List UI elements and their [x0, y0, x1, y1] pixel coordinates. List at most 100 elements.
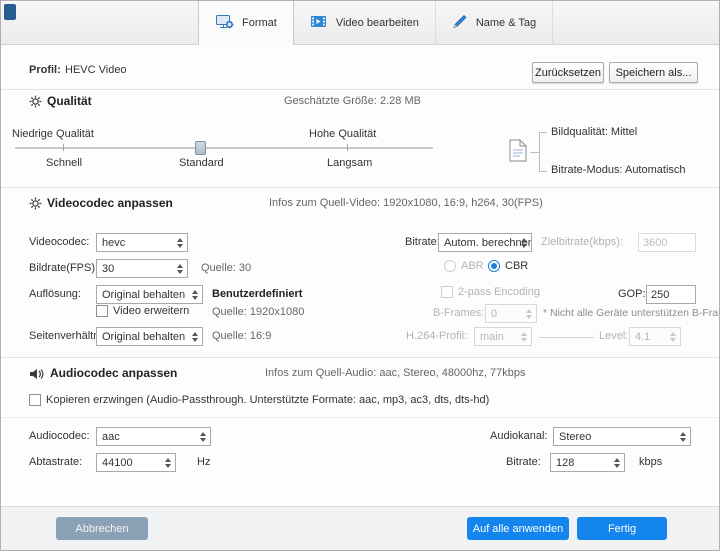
target-bitrate-label: Zielbitrate(kbps):: [541, 236, 623, 248]
expand-video-checkbox[interactable]: [96, 305, 108, 317]
divider-1: [1, 89, 719, 90]
passthrough-checkbox[interactable]: [29, 394, 41, 406]
cancel-button[interactable]: Abbrechen: [56, 517, 148, 540]
target-bitrate-input[interactable]: [638, 233, 696, 252]
format-monitor-gear-icon: [215, 14, 235, 33]
spinner-arrows-icon: [614, 454, 620, 471]
spinner-arrows-icon: [192, 286, 198, 303]
aspect-source-text: Quelle: 16:9: [212, 330, 272, 342]
profile-level-line: [539, 337, 594, 338]
audio-channel-select[interactable]: Stereo: [553, 427, 691, 446]
audiocodec-value: aac: [102, 430, 120, 443]
film-edit-icon: [310, 14, 329, 32]
estimated-size-text: Geschätzte Größe: 2.28 MB: [284, 95, 421, 107]
bframes-label: B-Frames:: [433, 307, 485, 319]
quality-gear-icon: [29, 95, 42, 113]
save-as-button[interactable]: Speichern als...: [609, 62, 698, 83]
tab-format-label: Format: [242, 17, 277, 29]
aspect-ratio-value: Original behalten: [102, 330, 186, 343]
tab-video-bearbeiten-label: Video bearbeiten: [335, 17, 419, 29]
tab-name-tag[interactable]: Name & Tag: [436, 1, 554, 45]
bitrate-mode-select[interactable]: Autom. berechnen: [438, 233, 532, 252]
tab-bar: Format Video bearbeiten Name & Tag: [1, 1, 719, 45]
abr-radio-group: ABR: [444, 260, 484, 272]
slider-tick-schnell: [63, 144, 64, 151]
low-quality-label: Niedrige Qualität: [12, 128, 94, 140]
spinner-arrows-icon: [521, 328, 527, 345]
converter-settings-window: Format Video bearbeiten Name & Tag Profi…: [0, 0, 720, 551]
speed-label-standard: Standard: [179, 157, 224, 169]
audio-source-info: Infos zum Quell-Audio: aac, Stereo, 4800…: [265, 367, 526, 379]
gop-input[interactable]: [646, 285, 696, 304]
spinner-arrows-icon: [177, 234, 183, 251]
connector-mid: [530, 152, 539, 153]
sample-rate-value: 44100: [102, 456, 133, 469]
abr-label: ABR: [461, 260, 484, 272]
resolution-value: Original behalten: [102, 288, 186, 301]
sample-rate-unit: Hz: [197, 456, 211, 468]
level-select[interactable]: 4.1: [629, 327, 681, 346]
sample-rate-label: Abtastrate:: [29, 456, 83, 468]
h264-profile-label: H.264-Profil:: [406, 330, 468, 342]
speed-label-schnell: Schnell: [46, 157, 83, 169]
footer-bar: Abbrechen Auf alle anwenden Fertig: [1, 506, 719, 550]
connector-bottom: [539, 171, 547, 172]
expand-video-label: Video erweitern: [113, 305, 190, 317]
resolution-source-text: Quelle: 1920x1080: [212, 306, 305, 318]
abr-radio[interactable]: [444, 260, 456, 272]
aspect-ratio-select[interactable]: Original behalten: [96, 327, 203, 346]
profile-value: HEVC Video: [65, 64, 127, 76]
high-quality-label: Hohe Qualität: [309, 128, 377, 140]
bframes-note: * Nicht alle Geräte unterstützen B-Frame…: [543, 307, 720, 319]
audiocodec-select[interactable]: aac: [96, 427, 211, 446]
slider-tick-langsam: [347, 144, 348, 151]
expand-video-group: Video erweitern: [96, 305, 189, 317]
tabs: Format Video bearbeiten Name & Tag: [198, 1, 554, 45]
fps-value: 30: [102, 262, 115, 275]
tab-video-bearbeiten[interactable]: Video bearbeiten: [294, 1, 436, 45]
audio-channel-value: Stereo: [559, 430, 592, 443]
level-label: Level:: [599, 330, 629, 342]
image-quality-text: Bildqualität: Mittel: [551, 126, 638, 138]
quality-slider-handle[interactable]: [195, 141, 206, 155]
audio-bitrate-label: Bitrate:: [506, 456, 541, 468]
resolution-select[interactable]: Original behalten: [96, 285, 203, 304]
video-section-title: Videocodec anpassen: [47, 196, 173, 210]
videocodec-value: hevc: [102, 236, 126, 249]
quality-slider-track[interactable]: [15, 147, 433, 149]
done-button[interactable]: Fertig: [577, 517, 667, 540]
speed-label-langsam: Langsam: [327, 157, 373, 169]
divider-4: [1, 417, 719, 418]
spinner-arrows-icon: [521, 234, 527, 251]
two-pass-checkbox[interactable]: [441, 286, 453, 298]
audio-bitrate-select[interactable]: 128: [550, 453, 625, 472]
audio-section-title: Audiocodec anpassen: [50, 366, 178, 380]
videocodec-label: Videocodec:: [29, 236, 90, 248]
sample-rate-select[interactable]: 44100: [96, 453, 176, 472]
cbr-radio[interactable]: [488, 260, 500, 272]
spinner-arrows-icon: [670, 328, 676, 345]
spinner-arrows-icon: [192, 328, 198, 345]
bframes-select[interactable]: 0: [485, 304, 537, 323]
custom-resolution-button[interactable]: Benutzerdefiniert: [212, 288, 302, 300]
audio-bitrate-unit: kbps: [639, 456, 663, 468]
connector-top: [539, 132, 547, 133]
reset-button[interactable]: Zurücksetzen: [532, 62, 604, 83]
cbr-label: CBR: [505, 260, 529, 272]
videocodec-select[interactable]: hevc: [96, 233, 188, 252]
spinner-arrows-icon: [526, 305, 532, 322]
bitrate-label: Bitrate:: [405, 236, 440, 248]
tab-format[interactable]: Format: [198, 1, 294, 45]
two-pass-group: 2-pass Encoding: [441, 286, 540, 298]
audio-bitrate-value: 128: [556, 456, 575, 469]
connector-vertical: [539, 132, 540, 172]
apply-all-button[interactable]: Auf alle anwenden: [467, 517, 569, 540]
h264-profile-select[interactable]: main: [474, 327, 532, 346]
fps-select[interactable]: 30: [96, 259, 188, 278]
cbr-radio-group: CBR: [488, 260, 528, 272]
profile-label: Profil:: [29, 64, 61, 76]
spinner-arrows-icon: [177, 260, 183, 277]
bitrate-mode-text: Bitrate-Modus: Automatisch: [551, 164, 686, 176]
gop-label: GOP:: [618, 288, 646, 300]
fps-source-text: Quelle: 30: [201, 262, 252, 274]
